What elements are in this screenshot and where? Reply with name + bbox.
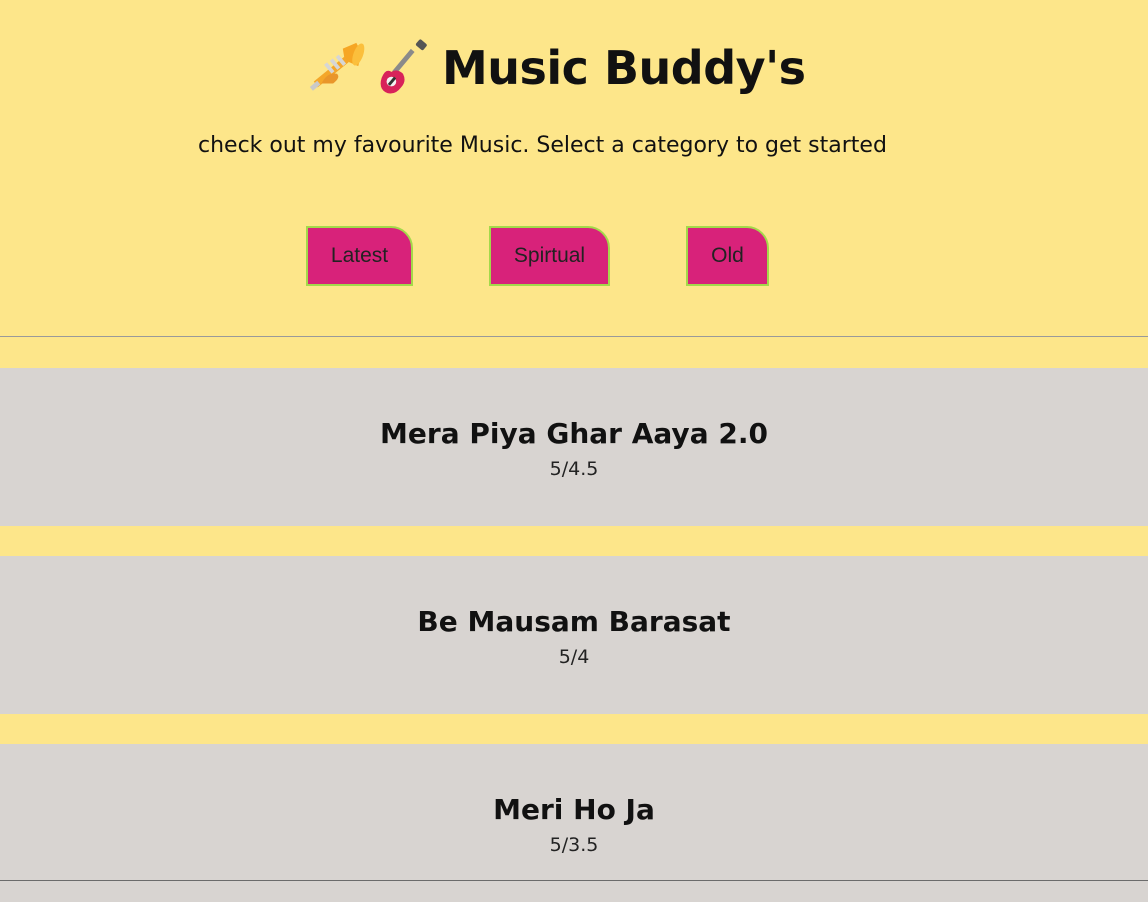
category-latest-button[interactable]: Latest xyxy=(306,226,413,286)
tagline: check out my favourite Music. Select a c… xyxy=(198,133,887,158)
category-old-button[interactable]: Old xyxy=(686,226,769,286)
page-title-row: Music Buddy's xyxy=(308,36,806,100)
song-card: Be Mausam Barasat 5/4 xyxy=(0,556,1148,714)
song-name: Be Mausam Barasat xyxy=(417,605,731,638)
song-card: Meri Ho Ja 5/3.5 xyxy=(0,744,1148,902)
song-rating: 5/4 xyxy=(558,646,590,668)
guitar-icon xyxy=(380,39,427,94)
song-name: Mera Piya Ghar Aaya 2.0 xyxy=(380,417,768,450)
song-card: Mera Piya Ghar Aaya 2.0 5/4.5 xyxy=(0,368,1148,526)
song-rating: 5/4.5 xyxy=(549,458,599,480)
header-divider xyxy=(0,336,1148,337)
song-name: Meri Ho Ja xyxy=(493,793,655,826)
page-title: Music Buddy's xyxy=(442,41,806,95)
song-rating: 5/3.5 xyxy=(549,834,599,856)
category-spirtual-button[interactable]: Spirtual xyxy=(489,226,610,286)
trumpet-icon xyxy=(309,42,365,91)
header: Music Buddy's check out my favourite Mus… xyxy=(0,0,1148,336)
